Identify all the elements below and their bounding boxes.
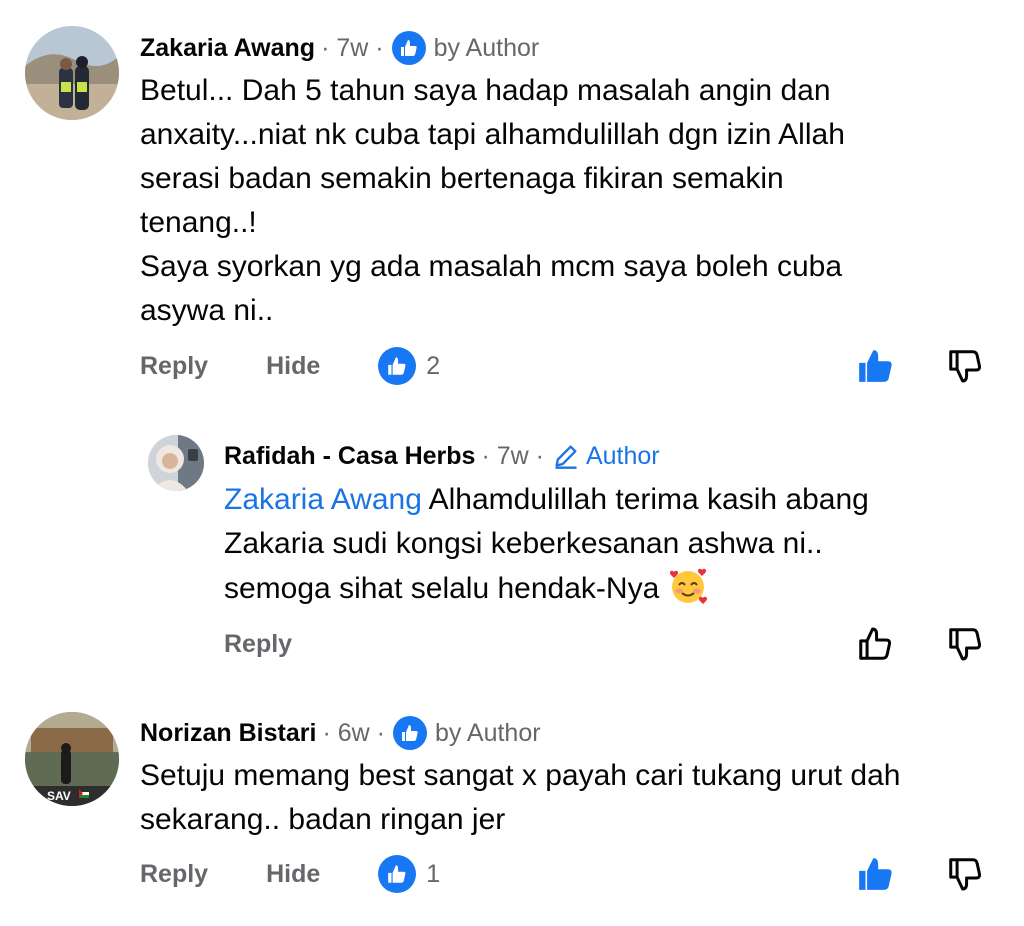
comment-line: Zakaria sudi kongsi keberkesanan ashwa n… (224, 527, 823, 560)
comment-text: Betul... Dah 5 tahun saya hadap masalah … (140, 69, 1000, 333)
comment-line: tenang..! (140, 206, 257, 239)
author-name[interactable]: Rafidah - Casa Herbs (224, 439, 475, 473)
smiling-face-with-hearts-icon (668, 566, 708, 606)
mention-link[interactable]: Zakaria Awang (224, 483, 422, 516)
comment-header: Rafidah - Casa Herbs · 7w · Author (224, 439, 660, 473)
author-badge-label: by Author (434, 719, 541, 747)
author-badge-label: by Author (433, 34, 540, 62)
comment-actions: Reply Hide 1 (140, 854, 440, 894)
reaction-count[interactable]: 2 (378, 347, 440, 385)
comment-text: Setuju memang best sangat x payah cari t… (140, 754, 1010, 842)
reply-button[interactable]: Reply (224, 630, 292, 659)
like-outline-icon[interactable] (855, 624, 895, 664)
comment-actions: Reply (224, 624, 292, 664)
comment-line: sekarang.. badan ringan jer (140, 803, 506, 836)
like-badge-icon (392, 716, 427, 750)
author-name[interactable]: Zakaria Awang (140, 31, 315, 65)
comment-text: Zakaria Awang Alhamdulillah terima kasih… (224, 478, 1004, 611)
comment-line: Setuju memang best sangat x payah cari t… (140, 759, 901, 792)
reply-button[interactable]: Reply (140, 860, 208, 889)
comment-line-text: semoga sihat selalu hendak-Nya (224, 572, 660, 605)
dislike-outline-icon[interactable] (945, 854, 985, 894)
reaction-count[interactable]: 1 (378, 855, 440, 893)
timestamp: · 7w · (481, 442, 544, 470)
reply-button[interactable]: Reply (140, 352, 208, 381)
comment-header: Norizan Bistari · 6w · by Author (140, 716, 541, 750)
comment-line: Saya syorkan yg ada masalah mcm saya bol… (140, 250, 843, 283)
dislike-outline-icon[interactable] (945, 346, 985, 386)
comment-line: semoga sihat selalu hendak-Nya (224, 566, 1004, 611)
reaction-count-value: 2 (426, 351, 441, 380)
avatar[interactable] (25, 26, 119, 120)
comment-actions: Reply Hide 2 (140, 346, 440, 386)
comment-line: asywa ni.. (140, 294, 274, 327)
comment-line: anxaity...niat nk cuba tapi alhamdulilla… (140, 118, 845, 151)
pencil-icon (552, 442, 580, 470)
timestamp: · 7w · (321, 34, 384, 62)
comment-line: serasi badan semakin bertenaga fikiran s… (140, 162, 784, 195)
like-filled-icon[interactable] (855, 854, 895, 894)
comment-line: Betul... Dah 5 tahun saya hadap masalah … (140, 74, 831, 107)
avatar[interactable] (148, 435, 204, 491)
like-reaction-icon (378, 347, 417, 385)
avatar[interactable]: SAV (25, 712, 119, 806)
timestamp: · 6w · (322, 719, 385, 747)
comment-header: Zakaria Awang · 7w · by Author (140, 31, 539, 65)
avatar-text: SAV (47, 789, 71, 803)
comment-line: Zakaria Awang Alhamdulillah terima kasih… (224, 478, 1004, 522)
comment-line-text: Alhamdulillah terima kasih abang (428, 483, 869, 516)
dislike-outline-icon[interactable] (945, 624, 985, 664)
reaction-count-value: 1 (426, 859, 441, 888)
like-reaction-icon (378, 855, 417, 893)
hide-button[interactable]: Hide (266, 860, 320, 889)
hide-button[interactable]: Hide (266, 352, 320, 381)
author-badge-label: Author (585, 442, 660, 470)
author-name[interactable]: Norizan Bistari (140, 716, 316, 750)
like-badge-icon (391, 31, 426, 65)
like-filled-icon[interactable] (855, 346, 895, 386)
